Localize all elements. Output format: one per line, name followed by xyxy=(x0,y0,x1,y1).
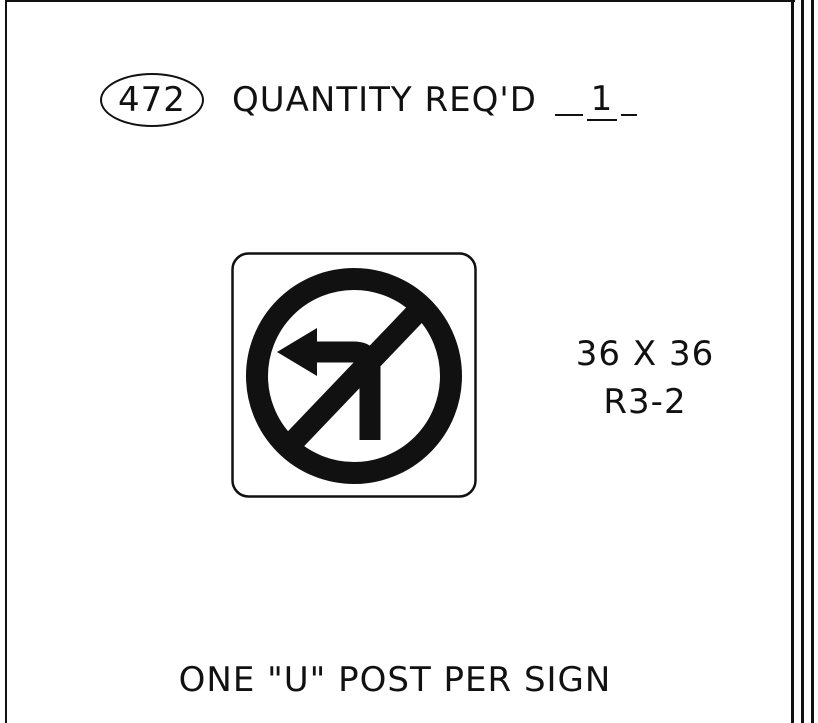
frame-right-border xyxy=(811,0,814,723)
item-number-oval: 472 xyxy=(100,73,204,127)
quantity-value: 1 xyxy=(586,79,617,121)
sign-specification: 36 X 36 R3-2 xyxy=(530,330,760,426)
quantity-label: QUANTITY REQ'D xyxy=(232,80,537,120)
frame-left-border xyxy=(5,0,7,723)
sign-graphic xyxy=(231,252,477,498)
quantity-blank-line xyxy=(554,84,583,116)
sign-size: 36 X 36 xyxy=(575,334,715,374)
frame-top-border xyxy=(5,0,795,2)
quantity-blank-line xyxy=(620,84,637,116)
no-left-turn-sign-icon xyxy=(231,252,477,498)
frame-right-border xyxy=(801,0,804,723)
post-note: ONE "U" POST PER SIGN xyxy=(178,660,612,700)
frame-right-border xyxy=(791,0,794,723)
sign-code: R3-2 xyxy=(603,382,687,422)
quantity-header: 472 QUANTITY REQ'D 1 xyxy=(100,70,637,130)
item-number: 472 xyxy=(118,80,186,120)
sign-sheet: 472 QUANTITY REQ'D 1 36 X 36 R3-2 ONE "U… xyxy=(0,0,818,723)
